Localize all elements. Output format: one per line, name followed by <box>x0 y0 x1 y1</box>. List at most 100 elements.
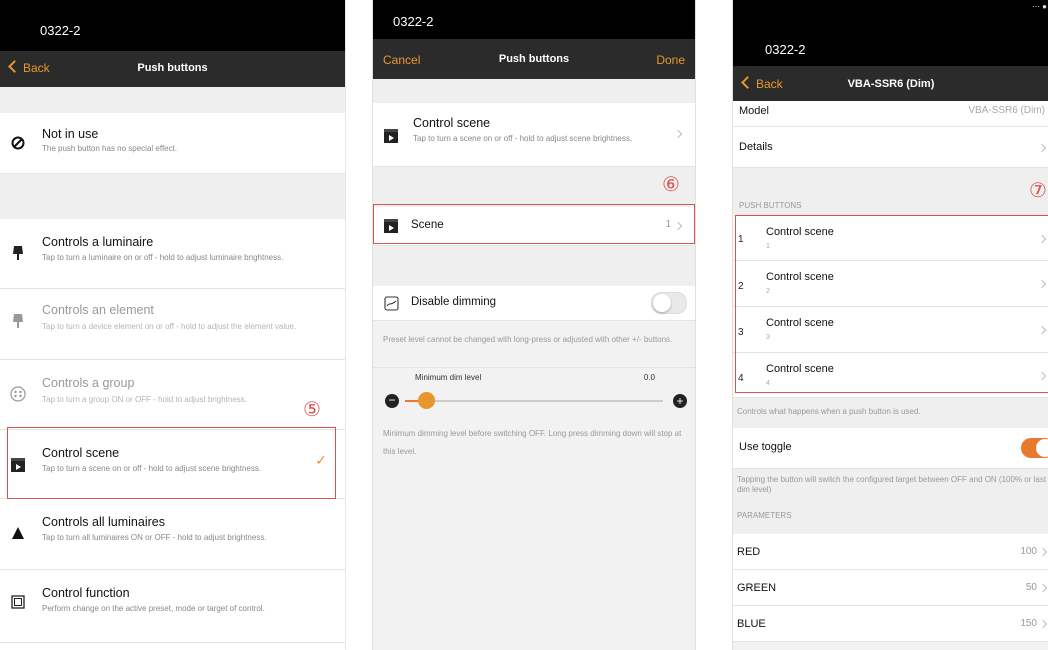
option-control-function[interactable]: Control function Perform change on the a… <box>0 570 345 643</box>
row-title: Control scene <box>766 317 834 329</box>
back-button[interactable]: Back <box>741 76 783 91</box>
device-name: 0322-2 <box>393 14 434 29</box>
option-description: The push button has no special effect. <box>42 144 178 153</box>
param-row-green[interactable]: GREEN 50 <box>733 570 1048 606</box>
option-controls-group[interactable]: Controls a group Tap to turn a group ON … <box>0 360 345 430</box>
row-subtitle: 2 <box>766 288 770 295</box>
row-subtitle: 1 <box>766 243 770 250</box>
option-not-in-use[interactable]: Not in use The push button has no specia… <box>0 113 345 174</box>
option-title: Controls all luminaires <box>42 515 165 529</box>
row-label: RED <box>737 546 761 558</box>
param-value: 150 <box>1020 618 1037 629</box>
option-description: Tap to turn a luminaire on or off - hold… <box>42 253 284 262</box>
push-button-row-2[interactable]: 2 Control scene 2 <box>733 261 1048 307</box>
option-control-scene[interactable]: Control scene Tap to turn a scene on or … <box>0 430 345 499</box>
dimming-icon <box>383 295 399 311</box>
row-details[interactable]: Details <box>733 127 1048 168</box>
param-row-blue[interactable]: BLUE 150 <box>733 606 1048 642</box>
row-label: Details <box>739 141 773 153</box>
chevron-right-icon <box>673 221 683 231</box>
param-row-red[interactable]: RED 100 <box>733 534 1048 570</box>
screen-device-details: 0322-2 ⋯ ● Back VBA-SSR6 (Dim) Model VBA… <box>732 0 1048 650</box>
lamp-icon <box>10 245 26 261</box>
row-model: Model VBA-SSR6 (Dim) <box>733 101 1048 127</box>
back-label: Back <box>23 61 50 75</box>
screen-push-button-config: 0322-2 Cancel Push buttons Done Control … <box>372 0 696 650</box>
note-text: Preset level cannot be changed with long… <box>383 335 673 344</box>
done-button[interactable]: Done <box>656 53 685 67</box>
function-icon <box>10 594 26 610</box>
option-controls-all-luminaires[interactable]: Controls all luminaires Tap to turn all … <box>0 499 345 570</box>
scene-icon <box>383 218 399 234</box>
status-bar: 0322-2 ⋯ ● <box>733 0 1048 66</box>
chevron-right-icon <box>1037 234 1047 244</box>
device-name: 0322-2 <box>765 42 806 57</box>
all-luminaires-icon <box>10 525 26 541</box>
section-header: PUSH BUTTONS <box>733 168 1048 216</box>
row-title: Control scene <box>766 363 834 375</box>
model-value: VBA-SSR6 (Dim) <box>968 105 1045 116</box>
push-button-row-1[interactable]: 1 Control scene 1 <box>733 216 1048 261</box>
note-text: Minimum dimming level before switching O… <box>383 429 682 456</box>
chevron-right-icon <box>1038 619 1048 629</box>
option-title: Controls an element <box>42 303 154 317</box>
chevron-right-icon <box>1038 547 1048 557</box>
option-description: Tap to turn all luminaires ON or OFF - h… <box>42 533 267 542</box>
use-toggle-switch[interactable] <box>1021 438 1048 458</box>
scene-icon <box>383 128 399 144</box>
chevron-right-icon <box>1037 325 1047 335</box>
row-title: Scene <box>411 219 444 231</box>
nav-bar: Back Push buttons <box>0 51 345 87</box>
section-header: PARAMETERS <box>733 501 1048 534</box>
device-name: 0322-2 <box>40 23 81 38</box>
page-title: Push buttons <box>498 53 570 65</box>
section-gap <box>373 167 695 207</box>
chevron-left-icon <box>8 60 21 73</box>
push-button-row-3[interactable]: 3 Control scene 3 <box>733 307 1048 353</box>
option-controls-luminaire[interactable]: Controls a luminaire Tap to turn a lumin… <box>0 219 345 289</box>
row-control-scene[interactable]: Control scene Tap to turn a scene on or … <box>373 103 695 167</box>
disable-dimming-note: Preset level cannot be changed with long… <box>373 321 695 357</box>
annotation-marker: ⑤ <box>303 397 321 421</box>
screen-push-buttons-list: 0322-2 Back Push buttons Not in use The … <box>0 0 346 650</box>
slider-thumb[interactable] <box>417 392 435 409</box>
row-label: Model <box>739 105 769 117</box>
cancel-button[interactable]: Cancel <box>383 53 420 67</box>
option-title: Not in use <box>42 127 99 141</box>
status-icons: ⋯ ● <box>1031 2 1047 11</box>
row-description: Tap to turn a scene on or off - hold to … <box>413 134 633 143</box>
chevron-right-icon <box>1037 371 1047 381</box>
minus-button[interactable]: − <box>385 394 399 408</box>
scene-value: 1 <box>665 219 671 230</box>
row-title: Control scene <box>413 116 491 130</box>
plus-button[interactable]: + <box>673 394 687 408</box>
row-subtitle: 3 <box>766 334 770 341</box>
section-gap <box>0 174 345 219</box>
annotation-marker: ⑥ <box>662 172 680 196</box>
row-label: GREEN <box>737 582 777 594</box>
section-gap <box>0 87 345 113</box>
scene-icon <box>10 457 26 473</box>
option-title: Controls a luminaire <box>42 235 154 249</box>
push-button-row-4[interactable]: 4 Control scene 4 <box>733 353 1048 398</box>
page-title: Push buttons <box>137 62 208 74</box>
row-scene[interactable]: Scene 1 <box>373 207 695 246</box>
disable-dimming-toggle[interactable] <box>651 292 687 314</box>
button-number: 1 <box>738 234 744 245</box>
slider-value: 0.0 <box>643 373 655 382</box>
chevron-right-icon <box>1038 583 1048 593</box>
option-title: Control scene <box>42 446 120 460</box>
back-button[interactable]: Back <box>8 60 50 75</box>
row-use-toggle: Use toggle <box>733 428 1048 469</box>
chevron-right-icon <box>673 129 683 139</box>
option-description: Perform change on the active preset, mod… <box>42 604 265 613</box>
row-title: Control scene <box>766 226 834 238</box>
option-description: Tap to turn a group ON or OFF - hold to … <box>42 395 247 404</box>
note-text: Controls what happens when a push button… <box>737 407 921 416</box>
min-dim-slider-section: Minimum dim level 0.0 − + <box>373 371 695 423</box>
button-number: 2 <box>738 281 744 292</box>
option-controls-element[interactable]: Controls an element Tap to turn a device… <box>0 289 345 360</box>
status-bar: 0322-2 <box>373 0 695 39</box>
param-value: 50 <box>1025 582 1037 593</box>
slider-track[interactable] <box>405 392 663 409</box>
